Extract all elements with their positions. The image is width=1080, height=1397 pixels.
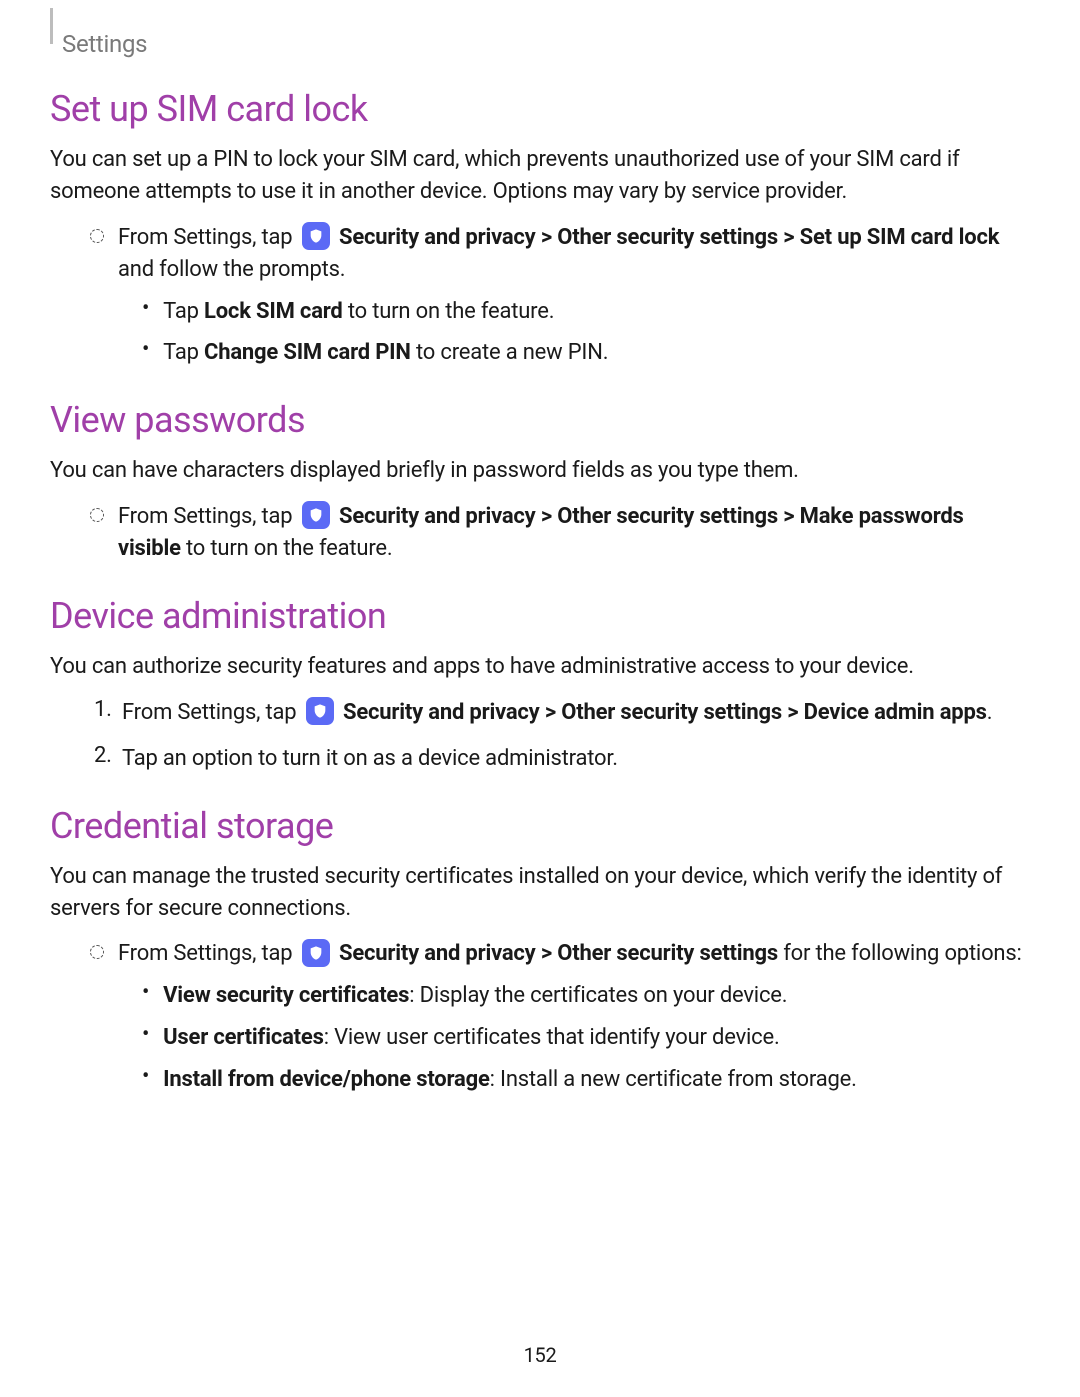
heading-device-admin: Device administration bbox=[50, 595, 1030, 637]
list-item: From Settings, tap Security and privacy … bbox=[90, 222, 1030, 286]
circle-bullet-icon bbox=[90, 508, 104, 522]
heading-credential-storage: Credential storage bbox=[50, 805, 1030, 847]
shield-icon bbox=[306, 697, 334, 725]
list-item: 1. From Settings, tap Security and priva… bbox=[94, 697, 1030, 729]
breadcrumb: Settings bbox=[62, 30, 1030, 58]
bullet-icon: • bbox=[142, 980, 149, 1005]
paragraph-cred-intro: You can manage the trusted security cert… bbox=[50, 861, 1030, 925]
circle-bullet-icon bbox=[90, 229, 104, 243]
list-item: • User certificates: View user certifica… bbox=[142, 1022, 1030, 1054]
bullet-icon: • bbox=[142, 337, 149, 362]
step-text: From Settings, tap Security and privacy … bbox=[118, 222, 1030, 286]
step-text: From Settings, tap Security and privacy … bbox=[122, 697, 992, 729]
list-item: • View security certificates: Display th… bbox=[142, 980, 1030, 1012]
number-marker: 2. bbox=[94, 743, 114, 768]
heading-view-passwords: View passwords bbox=[50, 399, 1030, 441]
heading-sim-lock: Set up SIM card lock bbox=[50, 88, 1030, 130]
bullet-icon: • bbox=[142, 296, 149, 321]
step-text: Tap an option to turn it on as a device … bbox=[122, 743, 618, 775]
shield-icon bbox=[302, 939, 330, 967]
step-text: Install from device/phone storage: Insta… bbox=[163, 1064, 857, 1096]
step-text: Tap Lock SIM card to turn on the feature… bbox=[163, 296, 554, 328]
list-item: 2. Tap an option to turn it on as a devi… bbox=[94, 743, 1030, 775]
shield-icon bbox=[302, 501, 330, 529]
shield-icon bbox=[302, 222, 330, 250]
paragraph-admin-intro: You can authorize security features and … bbox=[50, 651, 1030, 683]
bullet-icon: • bbox=[142, 1022, 149, 1047]
step-text: View security certificates: Display the … bbox=[163, 980, 787, 1012]
list-item: • Install from device/phone storage: Ins… bbox=[142, 1064, 1030, 1096]
step-text: From Settings, tap Security and privacy … bbox=[118, 501, 1030, 565]
list-item: • Tap Lock SIM card to turn on the featu… bbox=[142, 296, 1030, 328]
paragraph-sim-intro: You can set up a PIN to lock your SIM ca… bbox=[50, 144, 1030, 208]
paragraph-pwd-intro: You can have characters displayed briefl… bbox=[50, 455, 1030, 487]
step-text: User certificates: View user certificate… bbox=[163, 1022, 779, 1054]
header-divider bbox=[50, 8, 53, 44]
number-marker: 1. bbox=[94, 697, 114, 722]
list-item: From Settings, tap Security and privacy … bbox=[90, 938, 1030, 970]
circle-bullet-icon bbox=[90, 945, 104, 959]
step-text: Tap Change SIM card PIN to create a new … bbox=[163, 337, 608, 369]
step-text: From Settings, tap Security and privacy … bbox=[118, 938, 1022, 970]
list-item: • Tap Change SIM card PIN to create a ne… bbox=[142, 337, 1030, 369]
bullet-icon: • bbox=[142, 1064, 149, 1089]
list-item: From Settings, tap Security and privacy … bbox=[90, 501, 1030, 565]
page-number: 152 bbox=[524, 1343, 557, 1367]
